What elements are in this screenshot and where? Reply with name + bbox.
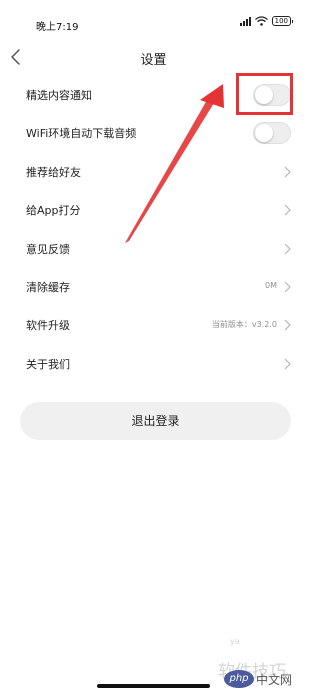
row-label: 关于我们 — [26, 357, 70, 371]
version-value: 当前版本：v3.2.0 — [211, 320, 277, 330]
row-label: 意见反馈 — [26, 242, 70, 256]
annotation-highlight-box — [236, 73, 293, 115]
chevron-right-icon — [284, 243, 291, 254]
settings-row-feedback[interactable]: 意见反馈 — [0, 230, 307, 268]
status-time: 晚上7:19 — [36, 22, 79, 33]
wifi-icon — [254, 16, 268, 26]
signal-icon — [239, 16, 251, 26]
settings-row-recommend[interactable]: 推荐给好友 — [0, 153, 307, 191]
settings-row-clear-cache[interactable]: 清除缓存 0M — [0, 268, 307, 306]
page-title: 设置 — [140, 53, 167, 68]
row-label: 清除缓存 — [26, 280, 70, 294]
logout-button[interactable]: 退出登录 — [20, 402, 291, 440]
home-indicator — [97, 684, 210, 688]
settings-row-wifi-download: WiFi环境自动下载音频 — [0, 114, 307, 152]
status-bar: 晚上7:19 100 — [0, 0, 307, 44]
row-label: 精选内容通知 — [26, 89, 92, 102]
settings-row-rate-app[interactable]: 给App打分 — [0, 191, 307, 229]
cache-size-value: 0M — [265, 280, 277, 290]
watermark-cn-text: 中文网 — [256, 673, 293, 687]
toggle-knob — [255, 124, 273, 143]
watermark-site-text: ya — [230, 637, 240, 646]
chevron-right-icon — [284, 358, 291, 370]
row-label: WiFi环境自动下载音频 — [26, 127, 137, 141]
settings-row-upgrade[interactable]: 软件升级 当前版本：v3.2.0 — [0, 306, 307, 344]
row-label: 推荐给好友 — [26, 165, 81, 179]
row-label: 软件升级 — [26, 319, 70, 333]
battery-icon: 100 — [271, 16, 294, 26]
status-icons: 100 — [239, 16, 294, 26]
chevron-right-icon — [284, 166, 291, 178]
settings-list: 精选内容通知 WiFi环境自动下载音频 推荐给好友 给App打分 意见反馈 清除… — [0, 76, 307, 383]
nav-bar: 设置 — [0, 44, 307, 72]
settings-row-about[interactable]: 关于我们 — [0, 345, 307, 383]
wifi-download-toggle[interactable] — [253, 122, 291, 145]
row-label: 给App打分 — [26, 204, 81, 218]
chevron-right-icon — [284, 204, 291, 216]
chevron-right-icon — [284, 281, 291, 293]
php-logo-icon: php — [224, 670, 254, 688]
chevron-right-icon — [284, 319, 291, 331]
